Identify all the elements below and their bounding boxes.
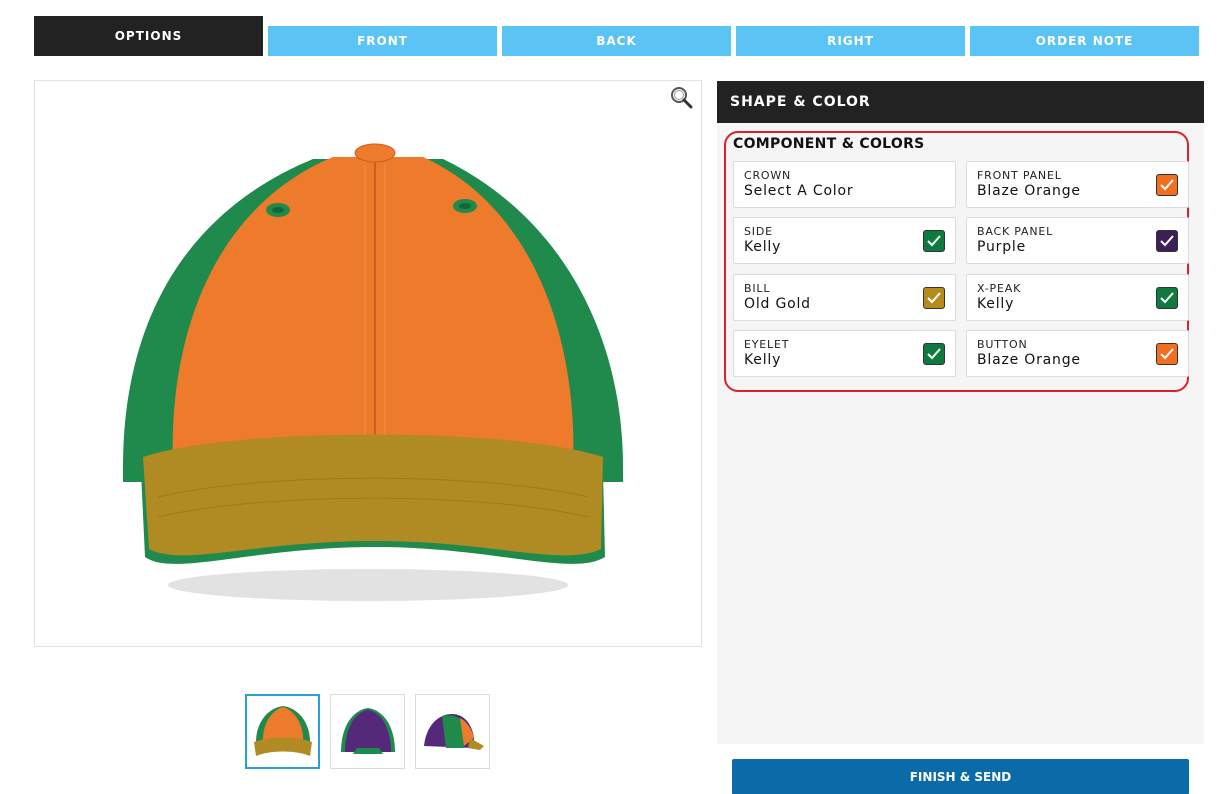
- checkmark-icon: [1156, 230, 1178, 252]
- component-value: Blaze Orange: [977, 183, 1081, 199]
- component-label: BILL: [744, 282, 771, 295]
- cap-front-image: [113, 137, 633, 621]
- component-value: Kelly: [744, 239, 782, 255]
- component-label: SIDE: [744, 225, 773, 238]
- checkmark-icon: [1156, 343, 1178, 365]
- cap-preview: [34, 80, 702, 647]
- tab-options[interactable]: OPTIONS: [34, 16, 263, 56]
- finish-send-button[interactable]: FINISH & SEND: [732, 759, 1189, 794]
- component-label: CROWN: [744, 169, 792, 182]
- checkmark-icon: [923, 230, 945, 252]
- tab-right[interactable]: RIGHT: [736, 26, 965, 56]
- component-label: X-PEAK: [977, 282, 1022, 295]
- checkmark-icon: [1156, 174, 1178, 196]
- component-value: Select A Color: [744, 183, 854, 199]
- checkmark-icon: [923, 287, 945, 309]
- component-value: Purple: [977, 239, 1027, 255]
- checkmark-icon: [923, 343, 945, 365]
- component-side[interactable]: SIDE Kelly: [733, 217, 956, 264]
- section-title: COMPONENT & COLORS: [733, 136, 925, 152]
- component-value: Kelly: [744, 352, 782, 368]
- panel-title: SHAPE & COLOR: [717, 81, 1204, 123]
- component-x-peak[interactable]: X-PEAK Kelly: [966, 274, 1189, 321]
- component-front-panel[interactable]: FRONT PANEL Blaze Orange: [966, 161, 1189, 208]
- component-eyelet[interactable]: EYELET Kelly: [733, 330, 956, 377]
- thumbnail-back[interactable]: [330, 694, 405, 769]
- tab-back[interactable]: BACK: [502, 26, 731, 56]
- component-button[interactable]: BUTTON Blaze Orange: [966, 330, 1189, 377]
- component-value: Old Gold: [744, 296, 811, 312]
- component-value: Kelly: [977, 296, 1015, 312]
- component-label: EYELET: [744, 338, 790, 351]
- shape-color-panel: SHAPE & COLOR COMPONENT & COLORS CROWN S…: [717, 81, 1204, 744]
- thumbnail-front[interactable]: [245, 694, 320, 769]
- component-label: FRONT PANEL: [977, 169, 1062, 182]
- component-label: BUTTON: [977, 338, 1028, 351]
- checkmark-icon: [1156, 287, 1178, 309]
- component-back-panel[interactable]: BACK PANEL Purple: [966, 217, 1189, 264]
- thumbnail-side[interactable]: [415, 694, 490, 769]
- component-crown[interactable]: CROWN Select A Color: [733, 161, 956, 208]
- component-value: Blaze Orange: [977, 352, 1081, 368]
- tab-front[interactable]: FRONT: [268, 26, 497, 56]
- component-bill[interactable]: BILL Old Gold: [733, 274, 956, 321]
- magnifier-icon[interactable]: [669, 85, 695, 111]
- component-label: BACK PANEL: [977, 225, 1054, 238]
- tab-order-note[interactable]: ORDER NOTE: [970, 26, 1199, 56]
- thumbnail-strip: [245, 694, 490, 769]
